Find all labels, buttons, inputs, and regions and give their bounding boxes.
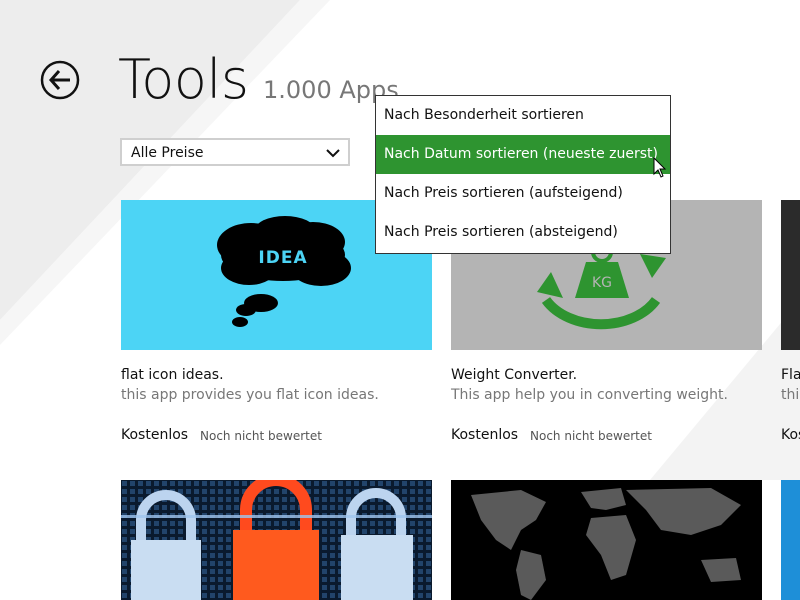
app-tile-partial-2[interactable]: [781, 480, 800, 600]
app-name: flat icon ideas.: [121, 367, 224, 383]
app-image-world-map: [451, 480, 762, 600]
app-description: This app help you in converting weight.: [451, 387, 728, 403]
padlock-icon: [121, 480, 432, 600]
world-map-icon: [471, 488, 741, 600]
app-image-partial: [781, 200, 800, 350]
app-price: Kos: [781, 427, 800, 443]
app-description: this app provides you flat icon ideas.: [121, 387, 379, 403]
page-title: Tools: [118, 48, 249, 111]
idea-label: IDEA: [258, 248, 307, 268]
app-name: Fla: [781, 367, 800, 383]
app-tile-partial[interactable]: Fla this Kos: [781, 200, 800, 460]
price-filter-value: Alle Preise: [131, 145, 204, 161]
sort-menu: Nach Besonderheit sortieren Nach Datum s…: [375, 95, 671, 254]
mouse-cursor-icon: [653, 157, 667, 178]
app-description: this: [781, 387, 800, 403]
app-image-partial-2: [781, 480, 800, 600]
app-rating: Noch nicht bewertet: [200, 429, 322, 443]
price-filter-select[interactable]: Alle Preise: [120, 138, 350, 166]
sort-option-featured[interactable]: Nach Besonderheit sortieren: [376, 96, 670, 135]
back-arrow-icon[interactable]: [40, 60, 80, 100]
sort-option-price-asc[interactable]: Nach Preis sortieren (aufsteigend): [376, 174, 670, 213]
app-tile-security[interactable]: [121, 480, 432, 600]
app-price: Kostenlos: [451, 427, 519, 443]
sort-option-price-desc[interactable]: Nach Preis sortieren (absteigend): [376, 213, 670, 252]
app-tile-world-map[interactable]: [451, 480, 762, 600]
app-image-lock: [121, 480, 432, 600]
app-rating: Noch nicht bewertet: [530, 429, 652, 443]
sort-option-date[interactable]: Nach Datum sortieren (neueste zuerst): [376, 135, 670, 174]
app-name: Weight Converter.: [451, 367, 578, 383]
kg-label: KG: [592, 275, 612, 291]
chevron-down-icon: [326, 149, 340, 158]
app-price: Kostenlos: [121, 427, 189, 443]
